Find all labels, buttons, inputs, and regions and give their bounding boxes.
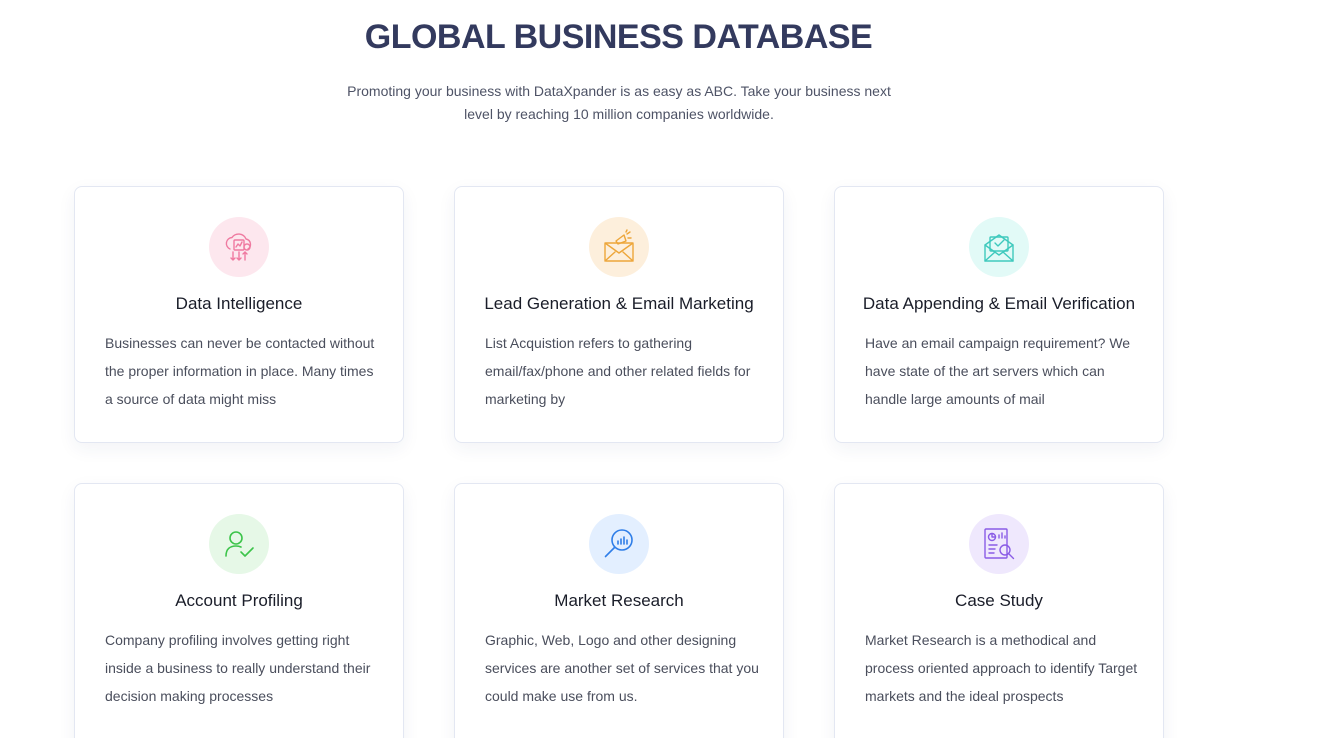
card-title: Data Appending & Email Verification — [862, 294, 1136, 313]
report-search-icon — [969, 514, 1029, 574]
card-title: Market Research — [554, 591, 684, 610]
card-description: Graphic, Web, Logo and other designing s… — [485, 632, 759, 704]
cloud-data-icon — [209, 217, 269, 277]
card-description: List Acquistion refers to gathering emai… — [485, 335, 751, 407]
service-card-account-profiling[interactable]: Account Profiling Company profiling invo… — [74, 483, 404, 738]
page-subtitle: Promoting your business with DataXpander… — [347, 83, 891, 122]
service-card-data-appending[interactable]: Data Appending & Email Verification Have… — [834, 186, 1164, 443]
card-description: Company profiling involves getting right… — [105, 632, 371, 704]
page-title: GLOBAL BUSINESS DATABASE — [364, 18, 873, 56]
card-description: Have an email campaign requirement? We h… — [865, 335, 1131, 407]
service-card-case-study[interactable]: Case Study Market Research is a methodic… — [834, 483, 1164, 738]
card-description: Businesses can never be contacted withou… — [105, 335, 375, 407]
card-title: Data Intelligence — [175, 294, 303, 313]
card-title: Case Study — [955, 591, 1043, 610]
services-section: GLOBAL BUSINESS DATABASE Promoting your … — [0, 0, 1319, 738]
service-card-data-intelligence[interactable]: Data Intelligence Businesses can never b… — [74, 186, 404, 443]
megaphone-envelope-icon — [589, 217, 649, 277]
user-check-icon — [209, 514, 269, 574]
verified-envelope-icon — [969, 217, 1029, 277]
card-title: Lead Generation & Email Marketing — [484, 294, 754, 313]
service-card-lead-generation[interactable]: Lead Generation & Email Marketing List A… — [454, 186, 784, 443]
card-description: Market Research is a methodical and proc… — [865, 632, 1138, 704]
service-card-market-research[interactable]: Market Research Graphic, Web, Logo and o… — [454, 483, 784, 738]
card-title: Account Profiling — [175, 591, 303, 610]
magnifier-chart-icon — [589, 514, 649, 574]
